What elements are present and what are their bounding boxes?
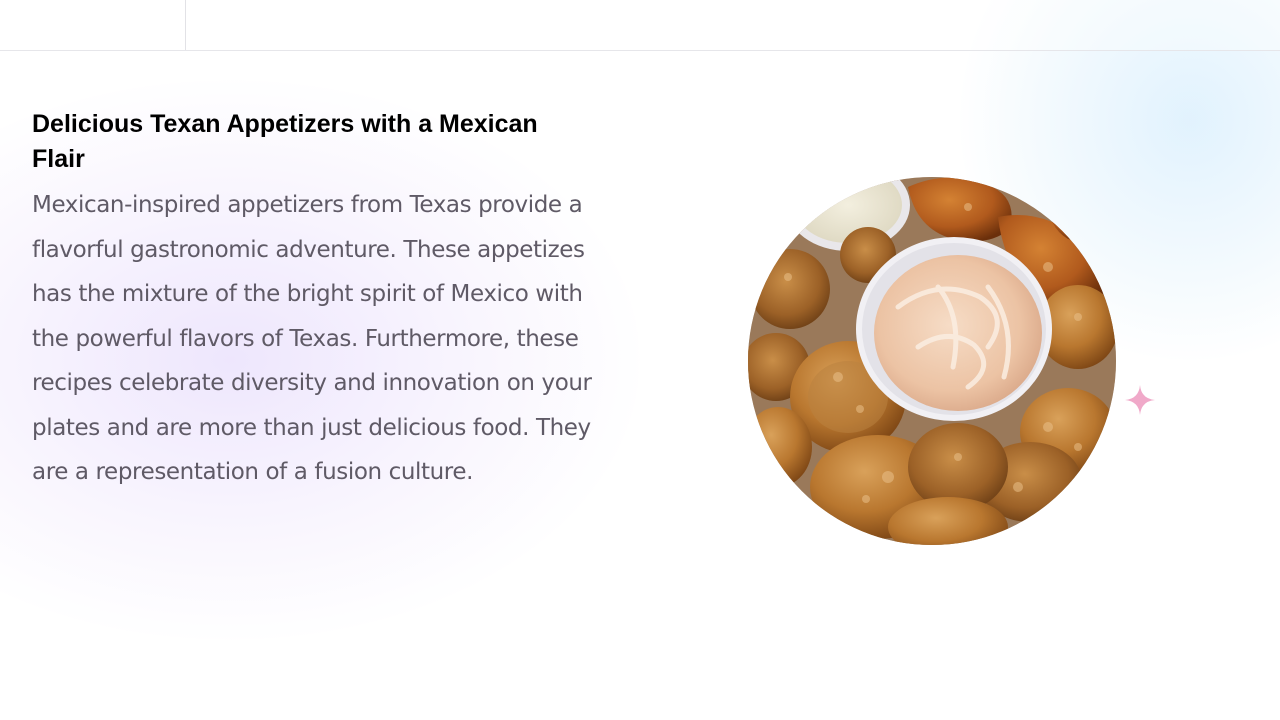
sparkle-icon — [1125, 385, 1155, 415]
top-bar-divider — [185, 0, 186, 50]
slide-title: Delicious Texan Appetizers with a Mexica… — [32, 110, 538, 173]
top-bar — [0, 0, 1280, 51]
slide-body-text: Mexican-inspired appetizers from Texas p… — [32, 192, 592, 485]
slide: Delicious Texan Appetizers with a Mexica… — [0, 0, 1280, 720]
appetizer-photo — [748, 177, 1116, 545]
